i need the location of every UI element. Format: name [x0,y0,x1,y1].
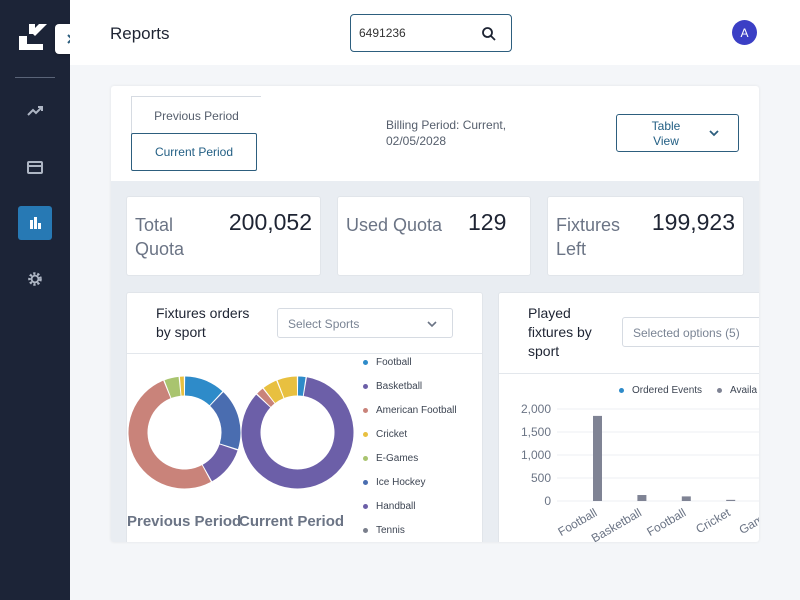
bar-availa-0[interactable] [593,415,602,501]
select-placeholder: Select Sports [288,317,360,331]
donut-slice-handball[interactable] [202,444,238,482]
tab-current-period[interactable]: Current Period [131,133,257,171]
legend-item-cricket[interactable]: Cricket [363,429,407,440]
legend-item-e-games[interactable]: E-Games [363,453,418,464]
legend-dot [363,528,368,533]
donut-caption-previous: Previous Period [127,513,242,530]
page-title: Reports [110,24,170,43]
search-icon[interactable] [481,26,497,42]
stat-card-fixtures-left: Fixtures Left 199,923 [547,196,744,276]
played-fixtures-card: Played fixtures by sport Selected option… [498,292,759,542]
stat-card-total-quota: Total Quota 200,052 [126,196,321,276]
legend-label: American Football [376,405,457,416]
card-divider [127,353,482,354]
legend-label: Football [376,357,412,368]
trend-icon [27,106,43,116]
donut-slice-ice-hockey[interactable] [210,392,241,450]
sidebar-item-trends[interactable] [18,94,52,128]
stat-label: Total Quota [135,215,185,259]
played-fixtures-bar-chart: 05001,0001,5002,000FootballBasketball Foo… [521,402,759,542]
legend-dot [363,384,368,389]
legend-label: Ice Hockey [376,477,426,488]
table-view-label: Table View [651,119,681,148]
search-input[interactable] [359,24,477,42]
legend-item-tennis[interactable]: Tennis [363,525,405,536]
avatar[interactable]: A [732,20,757,45]
bar-availa-1[interactable] [637,495,647,501]
reports-panel: Previous Period Current Period Billing P… [111,86,759,542]
y-tick-label: 1,000 [521,448,551,462]
stat-card-used-quota: Used Quota 129 [337,196,531,276]
x-tick-label: Cricket [693,505,733,536]
legend-dot [363,504,368,509]
sidebar-item-billing[interactable] [18,150,52,184]
legend-item-american-football[interactable]: American Football [363,405,457,416]
select-placeholder: Selected options (5) [633,326,740,340]
legend-item-basketball[interactable]: Basketball [363,381,422,392]
y-tick-label: 2,000 [521,402,551,416]
donut-slice-cricket[interactable] [179,376,185,396]
legend-dot [363,408,368,413]
x-tick-label: Football [644,505,688,538]
fixtures-orders-card: Fixtures orders by sport Select Sports P… [126,292,483,542]
legend-item-ice-hockey[interactable]: Ice Hockey [363,477,425,488]
sidebar [0,0,70,600]
y-tick-label: 0 [544,494,551,508]
stat-label: Fixtures Left [556,215,621,259]
x-tick-label: Games [737,505,759,536]
stat-value: 129 [468,209,507,235]
legend-dot [363,456,368,461]
chevron-down-icon [709,130,719,137]
top-header: Reports A [70,0,800,65]
legend-label: Tennis [376,525,405,536]
sidebar-divider [15,77,55,78]
y-tick-label: 1,500 [521,425,551,439]
donut-caption-current: Current Period [239,513,345,530]
card-icon [27,161,43,174]
bar-chart-icon [30,217,41,229]
card-divider [499,373,759,374]
gear-icon [28,272,42,286]
legend-label: Cricket [376,429,408,440]
donut-chart-current [241,376,354,489]
x-tick-label: Basketball [589,505,644,542]
stat-label: Used Quota [346,215,443,235]
legend-item-football[interactable]: Football [363,357,412,368]
legend-dot [363,432,368,437]
sidebar-item-reports[interactable] [18,206,52,240]
table-view-dropdown[interactable]: Table View [616,114,739,152]
bar-availa-2[interactable] [681,496,691,501]
legend-dot [363,360,368,365]
tab-previous-period[interactable]: Previous Period [131,96,261,134]
legend-dot [363,480,368,485]
card-title: Fixtures orders by sport [156,305,250,340]
stat-value: 199,923 [651,209,735,235]
billing-period-text: Billing Period: Current, 02/05/2028 [386,118,507,148]
selected-options-dropdown[interactable]: Selected options (5) [622,317,759,347]
sidebar-item-settings[interactable] [18,262,52,296]
donut-chart-previous [128,376,241,489]
y-tick-label: 500 [531,471,551,485]
stat-value: 200,052 [228,209,312,235]
card-title: Played fixtures by sport [528,305,592,359]
logo-icon [19,24,47,50]
select-sports-dropdown[interactable]: Select Sports [277,308,453,338]
panel-toolbar: Previous Period Current Period Billing P… [111,86,759,181]
legend-item-handball[interactable]: Handball [363,501,415,512]
legend-label: E-Games [376,453,419,464]
legend-label: Handball [376,501,416,512]
search-box[interactable] [350,14,512,52]
chevron-down-icon [427,321,437,328]
bar-availa-3[interactable] [726,499,736,501]
legend-label: Basketball [376,381,423,392]
